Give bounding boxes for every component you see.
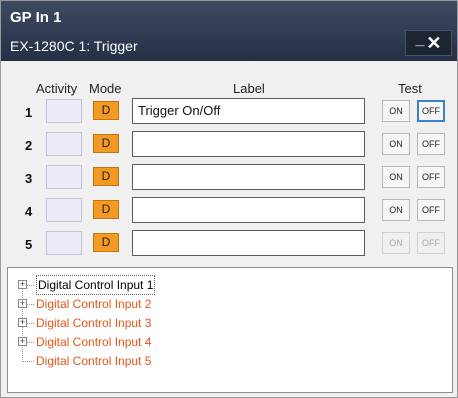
label-field[interactable]: Trigger On/Off — [132, 98, 365, 124]
tree-item-label[interactable]: Digital Control Input 2 — [36, 295, 151, 313]
test-off-button[interactable]: OFF — [417, 166, 445, 188]
input-row-5: 5 D ON OFF — [1, 230, 457, 258]
tree-item-label[interactable]: Digital Control Input 3 — [36, 314, 151, 332]
row-number: 3 — [25, 171, 33, 186]
activity-indicator — [46, 165, 82, 189]
gp-in-window: GP In 1 EX-1280C 1: Trigger _ ✕ Activity… — [0, 0, 458, 398]
label-field[interactable] — [132, 164, 365, 190]
label-header: Label — [233, 81, 265, 96]
mode-button[interactable]: D — [93, 200, 119, 219]
expand-icon[interactable]: + — [18, 337, 27, 346]
mode-button[interactable]: D — [93, 134, 119, 153]
window-subtitle: EX-1280C 1: Trigger — [10, 38, 138, 54]
minimize-icon[interactable]: _ — [416, 31, 425, 49]
mode-header: Mode — [89, 81, 122, 96]
row-number: 2 — [25, 138, 33, 153]
activity-indicator — [46, 132, 82, 156]
expand-icon[interactable]: + — [18, 299, 27, 308]
expand-icon[interactable]: + — [18, 280, 27, 289]
row-number: 4 — [25, 204, 33, 219]
test-on-button[interactable]: ON — [382, 133, 410, 155]
activity-header: Activity — [36, 81, 78, 96]
input-row-1: 1 D Trigger On/Off ON OFF — [1, 98, 457, 126]
test-off-button[interactable]: OFF — [417, 199, 445, 221]
activity-indicator — [46, 231, 82, 255]
test-off-button[interactable]: OFF — [417, 100, 445, 122]
close-icon[interactable]: ✕ — [426, 34, 441, 52]
activity-indicator — [46, 198, 82, 222]
input-row-2: 2 D ON OFF — [1, 131, 457, 159]
input-row-3: 3 D ON OFF — [1, 164, 457, 192]
input-tree[interactable]: + Digital Control Input 1 + Digital Cont… — [7, 267, 453, 393]
row-number: 1 — [25, 105, 33, 120]
row-number: 5 — [25, 237, 33, 252]
window-buttons: _ ✕ — [405, 30, 452, 56]
mode-button[interactable]: D — [93, 233, 119, 252]
mode-button[interactable]: D — [93, 101, 119, 120]
activity-indicator — [46, 99, 82, 123]
test-on-button[interactable]: ON — [382, 100, 410, 122]
tree-item-label[interactable]: Digital Control Input 1 — [36, 275, 156, 295]
title-bar[interactable]: GP In 1 EX-1280C 1: Trigger _ ✕ — [1, 1, 457, 61]
mode-button[interactable]: D — [93, 167, 119, 186]
window-title: GP In 1 — [10, 9, 62, 26]
label-field[interactable] — [132, 131, 365, 157]
tree-item-label[interactable]: Digital Control Input 5 — [36, 352, 151, 370]
label-field[interactable] — [132, 197, 365, 223]
test-on-button[interactable]: ON — [382, 166, 410, 188]
test-off-button[interactable]: OFF — [417, 232, 445, 254]
label-field[interactable] — [132, 230, 365, 256]
test-header: Test — [398, 81, 422, 96]
input-row-4: 4 D ON OFF — [1, 197, 457, 225]
test-on-button[interactable]: ON — [382, 199, 410, 221]
tree-item-label[interactable]: Digital Control Input 4 — [36, 333, 151, 351]
test-on-button[interactable]: ON — [382, 232, 410, 254]
expand-icon[interactable]: + — [18, 318, 27, 327]
test-off-button[interactable]: OFF — [417, 133, 445, 155]
